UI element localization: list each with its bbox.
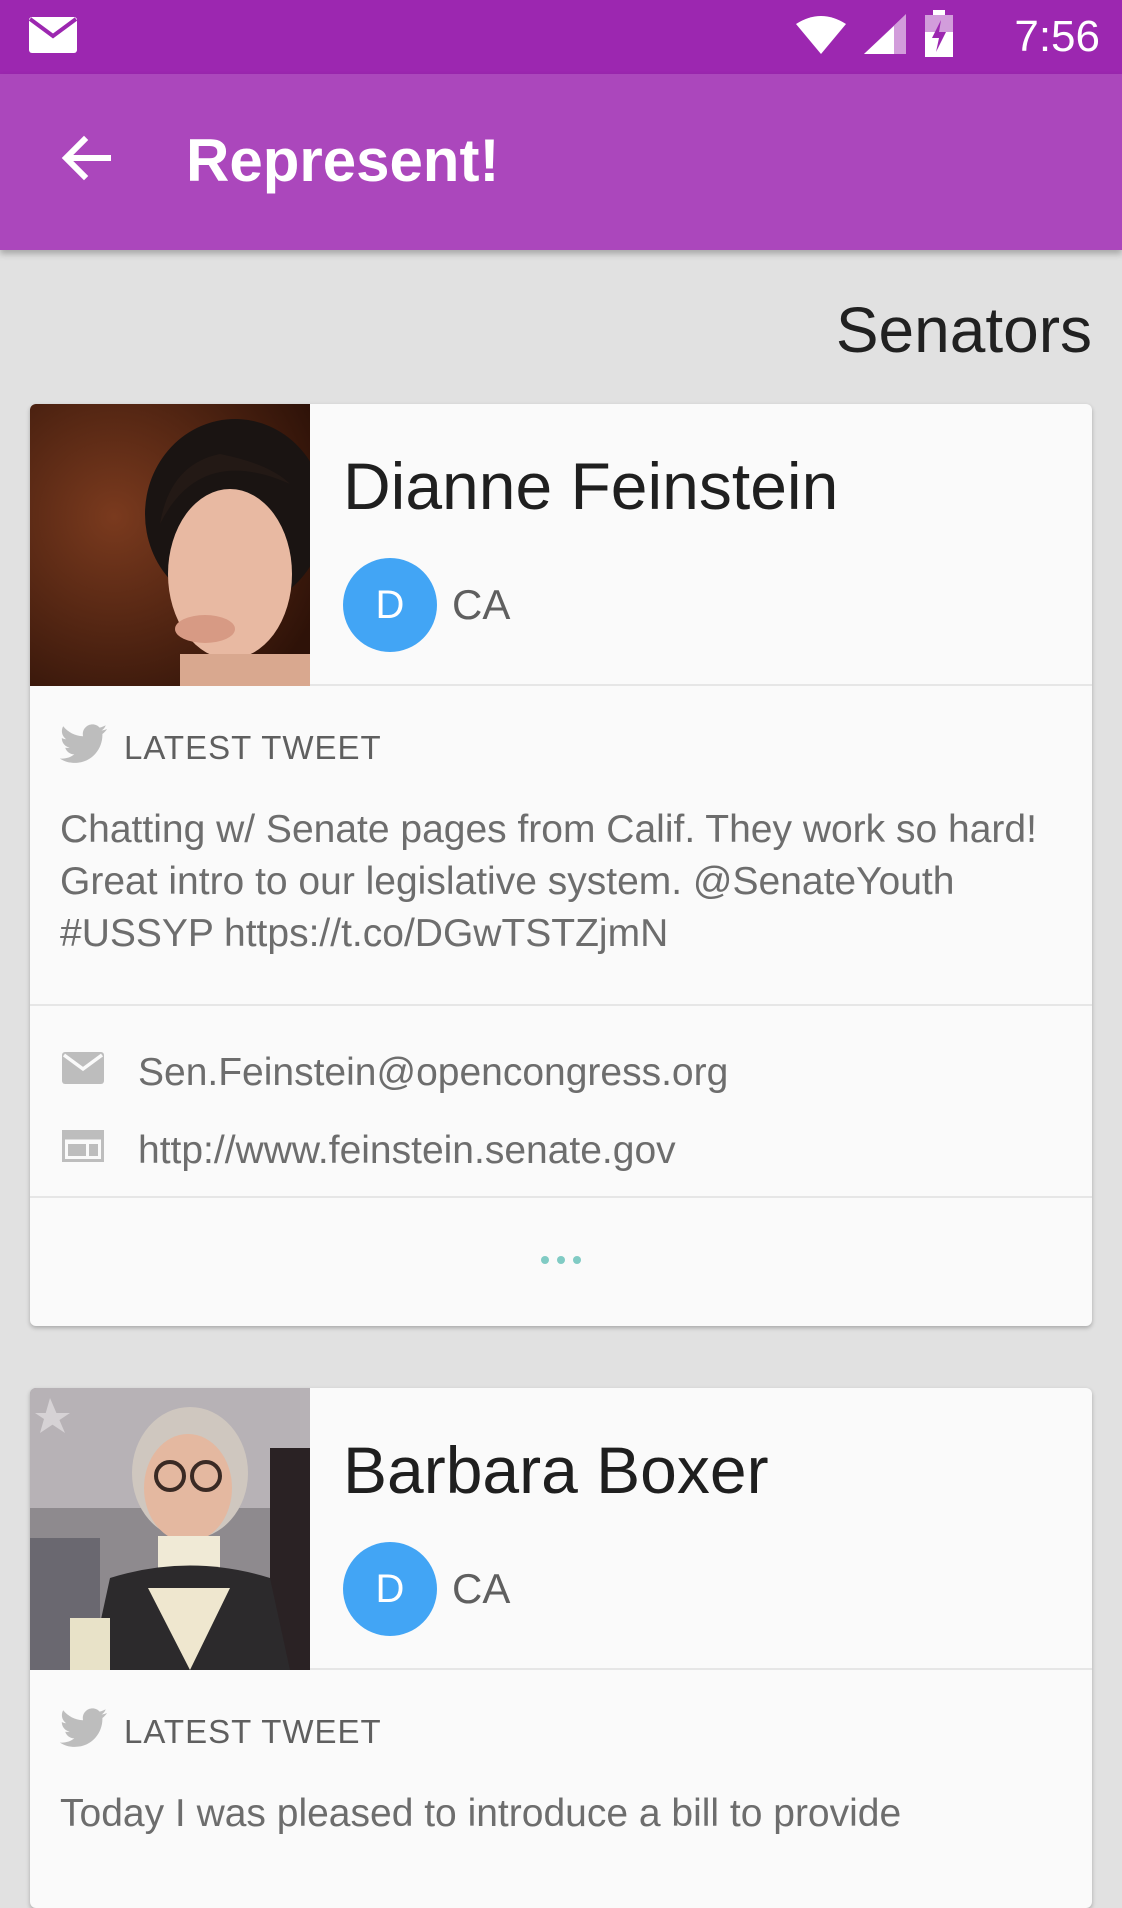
senator-card[interactable]: Barbara Boxer D CA LATEST TWEET Today I … — [30, 1388, 1092, 1908]
senator-name: Barbara Boxer — [343, 1433, 769, 1507]
more-options-button[interactable] — [535, 1250, 587, 1270]
card-header: Dianne Feinstein D CA — [30, 404, 1092, 686]
status-bar: 7:56 — [0, 0, 1122, 74]
more-section — [30, 1198, 1092, 1322]
tweet-text: Chatting w/ Senate pages from Calif. The… — [60, 808, 1037, 955]
website-row[interactable]: http://www.feinstein.senate.gov — [30, 1120, 1092, 1180]
email-address: Sen.Feinstein@opencongress.org — [138, 1051, 729, 1094]
email-row[interactable]: Sen.Feinstein@opencongress.org — [30, 1042, 1092, 1102]
clock: 7:56 — [1014, 12, 1100, 61]
app-title: Represent! — [186, 127, 500, 194]
party-badge: D — [343, 1542, 437, 1636]
contact-section: Sen.Feinstein@opencongress.org http://ww… — [30, 1006, 1092, 1198]
senator-card[interactable]: Dianne Feinstein D CA LATEST TWEET Chatt… — [30, 404, 1092, 1326]
senator-name: Dianne Feinstein — [343, 449, 839, 523]
latest-tweet-label: LATEST TWEET — [124, 729, 382, 766]
latest-tweet-section: LATEST TWEET Chatting w/ Senate pages fr… — [30, 686, 1092, 1006]
app-bar: Represent! — [0, 74, 1122, 250]
dot-icon — [541, 1256, 549, 1264]
latest-tweet-label: LATEST TWEET — [124, 1713, 382, 1750]
section-title: Senators — [835, 294, 1092, 366]
battery-charging-icon — [924, 10, 954, 63]
twitter-bird-icon — [59, 724, 108, 769]
signal-icon — [864, 14, 906, 59]
website-url: http://www.feinstein.senate.gov — [138, 1129, 676, 1172]
latest-tweet-section: LATEST TWEET Today I was pleased to intr… — [30, 1670, 1092, 1908]
arrow-left-icon[interactable] — [58, 130, 114, 186]
card-header: Barbara Boxer D CA — [30, 1388, 1092, 1670]
party-badge: D — [343, 558, 437, 652]
email-icon — [62, 1052, 104, 1089]
state-label: CA — [452, 1565, 511, 1612]
dot-icon — [557, 1256, 565, 1264]
wifi-icon — [796, 14, 846, 59]
senator-photo — [30, 1388, 310, 1670]
tweet-text: Today I was pleased to introduce a bill … — [60, 1792, 902, 1835]
web-icon — [62, 1130, 104, 1167]
twitter-bird-icon — [59, 1708, 108, 1753]
mail-icon — [28, 16, 78, 59]
dot-icon — [573, 1256, 581, 1264]
state-label: CA — [452, 581, 511, 628]
senator-photo — [30, 404, 310, 686]
